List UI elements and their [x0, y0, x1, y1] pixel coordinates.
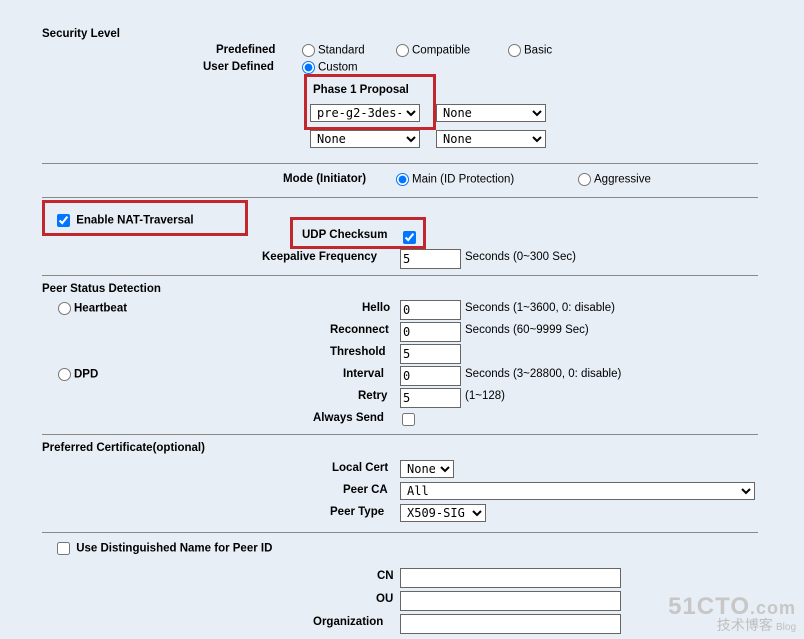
- keepalive-label: Keepalive Frequency: [262, 251, 377, 263]
- ou-input[interactable]: [400, 591, 621, 611]
- basic-radio[interactable]: Basic: [508, 44, 552, 57]
- always-send-checkbox[interactable]: [402, 413, 415, 426]
- hello-label: Hello: [362, 302, 390, 314]
- main-mode-radio[interactable]: Main (ID Protection): [396, 173, 514, 186]
- udp-checksum-checkbox[interactable]: [403, 231, 416, 244]
- retry-label: Retry: [358, 390, 387, 402]
- standard-radio[interactable]: Standard: [302, 44, 365, 57]
- proposal3-select[interactable]: None: [310, 130, 420, 148]
- proposal2-select[interactable]: None: [436, 104, 546, 122]
- cn-label: CN: [377, 570, 394, 582]
- udp-checksum-label: UDP Checksum: [302, 229, 387, 241]
- threshold-label: Threshold: [330, 346, 386, 358]
- reconnect-label: Reconnect: [330, 324, 389, 336]
- retry-unit: (1~128): [465, 390, 505, 402]
- org-label: Organization: [313, 616, 383, 628]
- retry-input[interactable]: [400, 388, 461, 408]
- interval-unit: Seconds (3~28800, 0: disable): [465, 368, 621, 380]
- interval-label: Interval: [343, 368, 384, 380]
- reconnect-unit: Seconds (60~9999 Sec): [465, 324, 589, 336]
- predefined-label: Predefined: [216, 44, 275, 56]
- keepalive-input[interactable]: [400, 249, 461, 269]
- security-level-heading: Security Level: [42, 28, 120, 40]
- org-input[interactable]: [400, 614, 621, 634]
- mode-label: Mode (Initiator): [283, 173, 366, 185]
- threshold-input[interactable]: [400, 344, 461, 364]
- proposal4-select[interactable]: None: [436, 130, 546, 148]
- peer-type-label: Peer Type: [330, 506, 384, 518]
- preferred-cert-heading: Preferred Certificate(optional): [42, 442, 205, 454]
- keepalive-unit: Seconds (0~300 Sec): [465, 251, 576, 263]
- peer-status-heading: Peer Status Detection: [42, 283, 161, 295]
- aggressive-radio[interactable]: Aggressive: [578, 173, 651, 186]
- use-dn-checkbox[interactable]: Use Distinguished Name for Peer ID: [57, 542, 272, 555]
- watermark: 51CTO.com 技术博客 Blog: [668, 596, 796, 633]
- custom-radio[interactable]: Custom: [302, 61, 358, 74]
- dpd-radio[interactable]: DPD: [58, 368, 98, 381]
- peer-type-select[interactable]: X509-SIG: [400, 504, 486, 522]
- phase1-title: Phase 1 Proposal: [313, 84, 409, 96]
- compatible-radio[interactable]: Compatible: [396, 44, 470, 57]
- ou-label: OU: [376, 593, 393, 605]
- always-send-label: Always Send: [313, 412, 384, 424]
- peer-ca-label: Peer CA: [343, 484, 388, 496]
- hello-unit: Seconds (1~3600, 0: disable): [465, 302, 615, 314]
- hello-input[interactable]: [400, 300, 461, 320]
- interval-input[interactable]: [400, 366, 461, 386]
- local-cert-label: Local Cert: [332, 462, 388, 474]
- heartbeat-radio[interactable]: Heartbeat: [58, 302, 127, 315]
- enable-nat-checkbox[interactable]: Enable NAT-Traversal: [57, 214, 194, 227]
- peer-ca-select[interactable]: All: [400, 482, 755, 500]
- proposal1-select[interactable]: pre-g2-3des-md5: [310, 104, 420, 122]
- reconnect-input[interactable]: [400, 322, 461, 342]
- cn-input[interactable]: [400, 568, 621, 588]
- local-cert-select[interactable]: None: [400, 460, 454, 478]
- user-defined-label: User Defined: [203, 61, 274, 73]
